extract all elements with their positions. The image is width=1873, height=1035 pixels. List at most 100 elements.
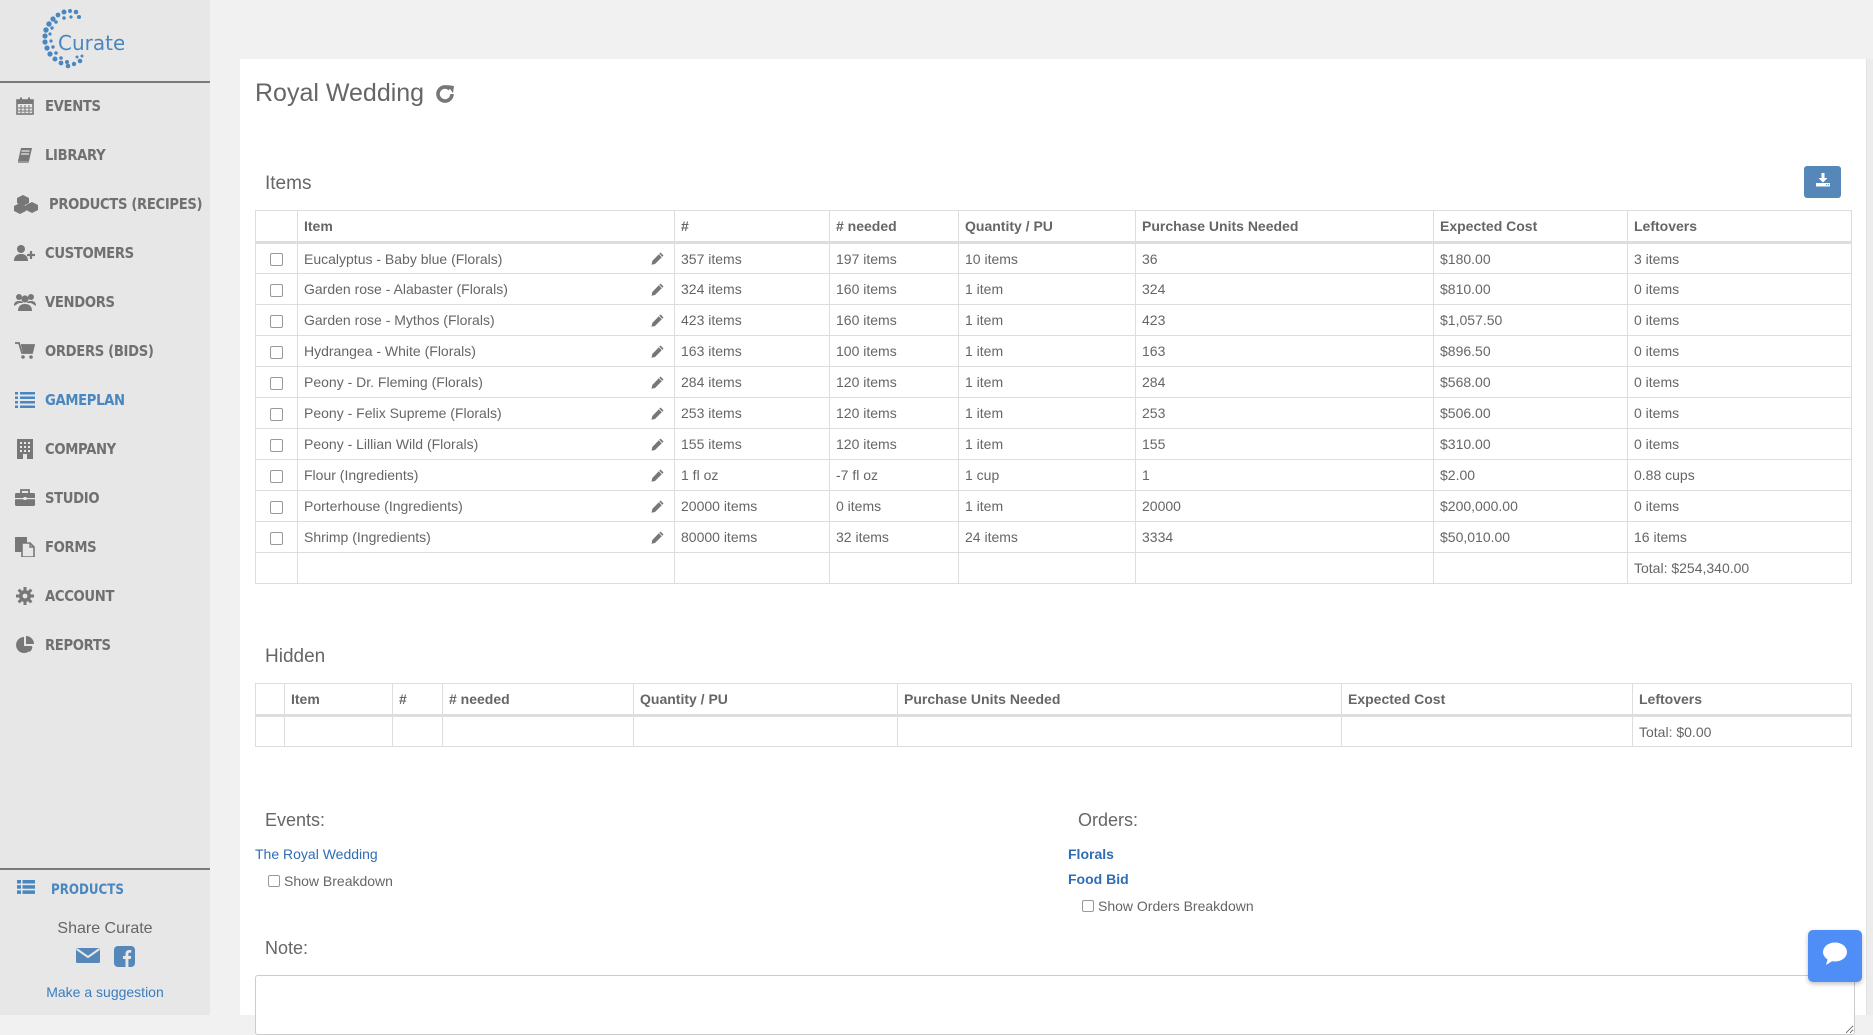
events-title: Events:: [265, 810, 326, 830]
row-checkbox[interactable]: [270, 469, 283, 483]
download-button[interactable]: [1804, 166, 1841, 198]
page-scrollbar[interactable]: [1866, 59, 1873, 1015]
item-name: Eucalyptus - Baby blue (Florals): [304, 250, 503, 267]
pencil-icon[interactable]: [651, 531, 664, 544]
select-column-header: [255, 683, 285, 717]
column-header-needed[interactable]: # needed: [829, 210, 959, 244]
sidebar-item-events[interactable]: EVENTS: [14, 91, 108, 121]
pencil-icon[interactable]: [651, 438, 664, 451]
row-checkbox[interactable]: [270, 438, 283, 452]
sidebar-item-studio[interactable]: STUDIO: [14, 483, 107, 513]
list-icon: [14, 390, 36, 410]
row-checkbox[interactable]: [270, 531, 283, 545]
logo-divider: [0, 81, 210, 83]
show-orders-breakdown-toggle[interactable]: Show Orders Breakdown: [1082, 898, 1254, 914]
column-header-item[interactable]: Item: [297, 210, 675, 244]
pencil-icon[interactable]: [651, 314, 664, 327]
sidebar-item-vendors[interactable]: VENDORS: [14, 287, 124, 317]
building-icon: [14, 439, 36, 459]
item-count: 1 fl oz: [674, 459, 830, 491]
pie-chart-icon: [14, 635, 36, 655]
pencil-icon[interactable]: [651, 469, 664, 482]
pencil-icon[interactable]: [651, 376, 664, 389]
item-purchase-units-needed: 36: [1135, 242, 1434, 274]
sidebar-item-label: CUSTOMERS: [45, 244, 134, 262]
sidebar-item-label: EVENTS: [45, 97, 101, 115]
order-link-food-bid[interactable]: Food Bid: [1068, 871, 1129, 887]
sidebar-item-library[interactable]: LIBRARY: [14, 140, 114, 170]
item-name: Peony - Lillian Wild (Florals): [304, 436, 479, 452]
list-icon: [17, 880, 35, 899]
chat-button[interactable]: [1808, 930, 1862, 982]
item-needed: -7 fl oz: [829, 459, 959, 491]
column-header-leftovers[interactable]: Leftovers: [1627, 210, 1852, 244]
item-expected-cost: $180.00: [1433, 242, 1628, 274]
select-column-header: [255, 210, 298, 244]
item-count: 324 items: [674, 273, 830, 305]
item-quantity-pu: 1 item: [958, 273, 1136, 305]
show-breakdown-toggle[interactable]: Show Breakdown: [268, 873, 393, 889]
item-needed: 120 items: [829, 366, 959, 398]
column-header-expected-cost[interactable]: Expected Cost: [1341, 683, 1633, 717]
pencil-icon[interactable]: [651, 407, 664, 420]
row-checkbox[interactable]: [270, 253, 283, 267]
item-expected-cost: $506.00: [1433, 397, 1628, 429]
book-icon: [14, 145, 36, 165]
item-quantity-pu: 1 item: [958, 428, 1136, 460]
item-expected-cost: $568.00: [1433, 366, 1628, 398]
column-header-purchase-units-needed[interactable]: Purchase Units Needed: [897, 683, 1342, 717]
row-checkbox[interactable]: [270, 283, 283, 297]
make-suggestion-link[interactable]: Make a suggestion: [0, 984, 210, 1000]
show-breakdown-checkbox[interactable]: [268, 875, 280, 887]
table-row: Peony - Dr. Fleming (Florals) 284 items …: [255, 366, 1852, 398]
download-icon: [1815, 172, 1830, 192]
column-header-quantity-pu[interactable]: Quantity / PU: [633, 683, 898, 717]
pencil-icon[interactable]: [651, 283, 664, 296]
row-checkbox[interactable]: [270, 500, 283, 514]
column-header-expected-cost[interactable]: Expected Cost: [1433, 210, 1628, 244]
user-plus-icon: [14, 243, 36, 263]
column-header-count[interactable]: #: [392, 683, 443, 717]
sidebar-item-label: LIBRARY: [45, 146, 106, 164]
sidebar-item-products-recipes[interactable]: PRODUCTS (RECIPES): [14, 189, 223, 219]
column-header-purchase-units-needed[interactable]: Purchase Units Needed: [1135, 210, 1434, 244]
row-checkbox[interactable]: [270, 376, 283, 390]
pencil-icon[interactable]: [651, 500, 664, 513]
sidebar-item-customers[interactable]: CUSTOMERS: [14, 238, 146, 268]
sidebar-products-link[interactable]: PRODUCTS: [17, 880, 137, 899]
note-textarea[interactable]: [255, 975, 1855, 1035]
item-quantity-pu: 1 cup: [958, 459, 1136, 491]
row-checkbox[interactable]: [270, 314, 283, 328]
item-quantity-pu: 1 item: [958, 366, 1136, 398]
note-title: Note:: [265, 938, 309, 958]
row-checkbox[interactable]: [270, 407, 283, 421]
item-expected-cost: $310.00: [1433, 428, 1628, 460]
show-orders-breakdown-checkbox[interactable]: [1082, 900, 1094, 912]
sidebar-item-company[interactable]: COMPANY: [14, 434, 126, 464]
column-header-count[interactable]: #: [674, 210, 830, 244]
curate-logo[interactable]: Curate: [24, 6, 125, 72]
envelope-icon[interactable]: [75, 946, 100, 972]
sidebar-item-reports[interactable]: REPORTS: [14, 630, 120, 660]
column-header-needed[interactable]: # needed: [442, 683, 634, 717]
sidebar-item-account[interactable]: ACCOUNT: [14, 581, 124, 611]
row-checkbox[interactable]: [270, 345, 283, 359]
item-name: Peony - Felix Supreme (Florals): [304, 405, 502, 421]
pencil-icon[interactable]: [651, 345, 664, 358]
facebook-icon[interactable]: [113, 946, 135, 972]
column-header-leftovers[interactable]: Leftovers: [1632, 683, 1852, 717]
item-needed: 120 items: [829, 397, 959, 429]
sidebar-item-orders-bids[interactable]: ORDERS (BIDS): [14, 336, 168, 366]
sidebar-item-forms[interactable]: FORMS: [14, 532, 103, 562]
event-link[interactable]: The Royal Wedding: [255, 846, 378, 862]
refresh-icon[interactable]: [434, 83, 456, 105]
item-leftovers: 16 items: [1627, 521, 1852, 553]
item-expected-cost: $896.50: [1433, 335, 1628, 367]
table-row: Shrimp (Ingredients) 80000 items 32 item…: [255, 521, 1852, 553]
column-header-item[interactable]: Item: [284, 683, 393, 717]
column-header-quantity-pu[interactable]: Quantity / PU: [958, 210, 1136, 244]
item-purchase-units-needed: 163: [1135, 335, 1434, 367]
pencil-icon[interactable]: [651, 252, 664, 265]
order-link-florals[interactable]: Florals: [1068, 846, 1114, 862]
sidebar-item-gameplan[interactable]: GAMEPLAN: [14, 385, 136, 415]
